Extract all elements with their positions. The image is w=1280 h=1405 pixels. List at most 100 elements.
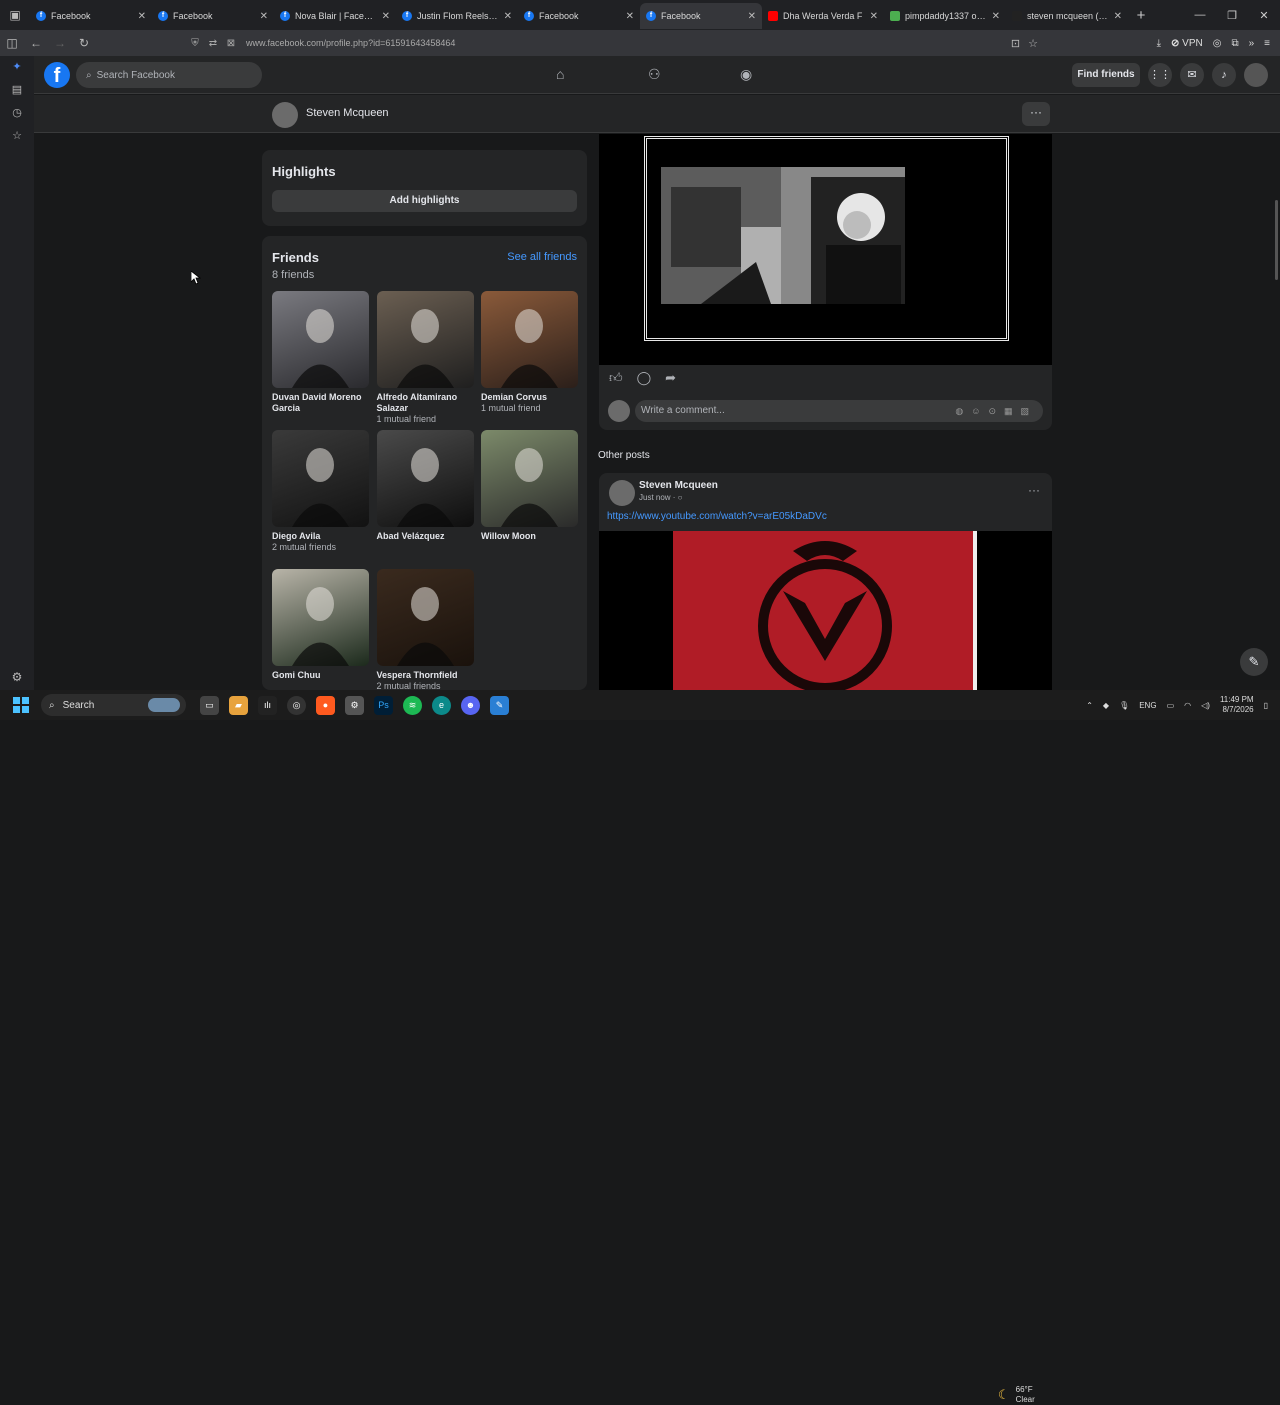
home-icon[interactable]: ⌂ bbox=[556, 66, 564, 82]
find-friends-button[interactable]: Find friends bbox=[1072, 63, 1140, 87]
tab-close-icon[interactable]: ✕ bbox=[1114, 11, 1122, 22]
tab-close-icon[interactable]: ✕ bbox=[260, 11, 268, 22]
post-author-avatar[interactable] bbox=[609, 480, 635, 506]
friends-icon[interactable]: ⚇ bbox=[648, 66, 661, 83]
spotify-icon[interactable]: ≋ bbox=[403, 695, 422, 715]
download-icon[interactable]: ⤓ bbox=[1157, 38, 1161, 49]
discord-icon[interactable]: ☻ bbox=[461, 695, 480, 715]
apps-menu-icon[interactable]: ⋮⋮ bbox=[1148, 63, 1172, 87]
friend-name[interactable]: Demian Corvus bbox=[481, 392, 578, 403]
friend-name[interactable]: Diego Avila bbox=[272, 531, 369, 542]
edge-icon[interactable]: e bbox=[432, 695, 451, 715]
browser-tab[interactable]: steven mcqueen (@pim ✕ bbox=[1006, 3, 1128, 29]
url-field[interactable]: ⛨ ⇄ ⊠ www.facebook.com/profile.php?id=61… bbox=[188, 32, 1038, 54]
paint-app-icon[interactable]: ✎ bbox=[490, 695, 509, 715]
notification-center-icon[interactable]: ▯ bbox=[1264, 701, 1268, 710]
more-tools-icon[interactable]: » bbox=[1249, 38, 1255, 49]
new-tab-button[interactable]: + bbox=[1128, 7, 1154, 24]
account-avatar[interactable] bbox=[1244, 63, 1268, 87]
tab-close-icon[interactable]: ✕ bbox=[870, 11, 878, 22]
screenshot-icon[interactable]: ⊡ bbox=[1011, 37, 1020, 50]
tray-chevron-icon[interactable]: ⌃ bbox=[1086, 701, 1093, 710]
comment-icon[interactable]: ◯ bbox=[637, 370, 652, 386]
friend-photo[interactable] bbox=[272, 291, 369, 388]
tab-menu-icon[interactable]: ▣ bbox=[0, 0, 30, 30]
groups-icon[interactable]: ◉ bbox=[740, 66, 752, 83]
notifications-bell-icon[interactable]: ♪ bbox=[1212, 63, 1236, 87]
browser-tab[interactable]: f Facebook ✕ bbox=[30, 3, 152, 29]
menu-icon[interactable]: ≡ bbox=[1264, 38, 1270, 49]
messenger-icon[interactable]: ✉ bbox=[1180, 63, 1204, 87]
photoshop-icon[interactable]: Ps bbox=[374, 695, 393, 715]
minimize-icon[interactable]: — bbox=[1184, 9, 1216, 22]
profile-name[interactable]: Steven Mcqueen bbox=[306, 107, 389, 119]
browser-tab[interactable]: f Nova Blair | Facebook ✕ bbox=[274, 3, 396, 29]
reload-icon[interactable]: ↻ bbox=[72, 36, 96, 50]
friend-name[interactable]: Gomi Chuu bbox=[272, 670, 369, 681]
profile-avatar[interactable] bbox=[272, 102, 298, 128]
friend-name[interactable]: Vespera Thornfield bbox=[377, 670, 474, 681]
add-highlights-button[interactable]: Add highlights bbox=[272, 190, 577, 212]
history-icon[interactable]: ◷ bbox=[0, 102, 34, 125]
comment-tools-icons[interactable]: ◍☺⊙▦▧ bbox=[955, 400, 1037, 422]
audio-app-icon[interactable]: ılı bbox=[258, 695, 277, 715]
friend-photo[interactable] bbox=[481, 430, 578, 527]
friend-tile[interactable]: Duvan David Moreno Garcia bbox=[272, 291, 369, 414]
friend-name[interactable]: Alfredo Altamirano Salazar bbox=[377, 392, 474, 414]
search-input[interactable]: ⌕ Search Facebook bbox=[76, 62, 262, 88]
language-indicator[interactable]: ENG bbox=[1139, 701, 1156, 710]
extensions-icon[interactable]: ⧉ bbox=[1231, 38, 1238, 49]
browser-tab[interactable]: f Facebook ✕ bbox=[640, 3, 762, 29]
sidebar-toggle-icon[interactable]: ◫ bbox=[0, 36, 24, 50]
browser-tab[interactable]: Dha Werda Verda F ✕ bbox=[762, 3, 884, 29]
chrome-icon[interactable]: ◎ bbox=[287, 695, 306, 715]
wifi-icon[interactable]: ◠ bbox=[1184, 701, 1191, 710]
tab-close-icon[interactable]: ✕ bbox=[626, 11, 634, 22]
friend-name[interactable]: Duvan David Moreno Garcia bbox=[272, 392, 369, 414]
friend-photo[interactable] bbox=[272, 569, 369, 666]
compose-icon[interactable]: ✎ bbox=[1240, 648, 1268, 676]
weather-widget[interactable]: ☾ 66°F Clear bbox=[998, 1385, 1035, 1405]
browser-tab[interactable]: f Facebook ✕ bbox=[518, 3, 640, 29]
vpn-badge[interactable]: ⊘ VPN bbox=[1171, 38, 1203, 49]
browser-tab[interactable]: f Justin Flom Reels | Facel ✕ bbox=[396, 3, 518, 29]
facebook-logo-icon[interactable]: f bbox=[44, 62, 70, 88]
friend-tile[interactable]: Abad Velázquez bbox=[376, 430, 474, 542]
workspaces-icon[interactable]: ▤ bbox=[0, 79, 34, 102]
vpn-status-icon[interactable]: ◎ bbox=[1213, 38, 1222, 49]
settings-gear-icon[interactable]: ⚙ bbox=[0, 670, 34, 684]
friend-photo[interactable] bbox=[481, 291, 578, 388]
settings-app-icon[interactable]: ⚙ bbox=[345, 695, 364, 715]
friend-tile[interactable]: Vespera Thornfield 2 mutual friends bbox=[376, 569, 474, 692]
friend-tile[interactable]: Gomi Chuu bbox=[272, 569, 369, 681]
post-timestamp[interactable]: Just now · ○ bbox=[639, 493, 683, 502]
browser-tab[interactable]: pimpdaddy1337 on De ✕ bbox=[884, 3, 1006, 29]
like-icon[interactable]: 👍︎ bbox=[609, 370, 623, 386]
restore-icon[interactable]: ❐ bbox=[1216, 9, 1248, 22]
ai-assistant-icon[interactable]: ✦ bbox=[0, 56, 34, 79]
post-link[interactable]: https://www.youtube.com/watch?v=arE05kDa… bbox=[607, 511, 827, 522]
comment-input[interactable]: Write a comment... ◍☺⊙▦▧ bbox=[635, 400, 1043, 422]
bookmark-icon[interactable]: ☆ bbox=[1028, 37, 1038, 50]
friend-tile[interactable]: Demian Corvus 1 mutual friend bbox=[481, 291, 578, 414]
close-window-icon[interactable]: ✕ bbox=[1248, 9, 1280, 22]
post-author-name[interactable]: Steven Mcqueen bbox=[639, 480, 718, 491]
friend-tile[interactable]: Willow Moon bbox=[481, 430, 578, 542]
clock[interactable]: 11:49 PM 8/7/2026 bbox=[1220, 695, 1254, 715]
profile-more-button[interactable]: ··· bbox=[1022, 102, 1050, 126]
friend-photo[interactable] bbox=[376, 430, 474, 527]
post-image[interactable] bbox=[599, 134, 1052, 365]
friend-photo[interactable] bbox=[376, 291, 474, 388]
friend-name[interactable]: Willow Moon bbox=[481, 531, 578, 542]
tab-close-icon[interactable]: ✕ bbox=[382, 11, 390, 22]
share-icon[interactable]: ➦ bbox=[665, 370, 676, 386]
firefox-icon[interactable]: ● bbox=[316, 695, 335, 715]
tab-close-icon[interactable]: ✕ bbox=[504, 11, 512, 22]
taskbar-search[interactable]: ⌕ Search bbox=[41, 694, 186, 716]
tab-close-icon[interactable]: ✕ bbox=[992, 11, 1000, 22]
bookmarks-icon[interactable]: ☆ bbox=[0, 125, 34, 148]
task-view-icon[interactable]: ▭ bbox=[200, 695, 219, 715]
forward-icon[interactable]: → bbox=[48, 36, 72, 50]
friend-photo[interactable] bbox=[376, 569, 474, 666]
post-more-icon[interactable]: ··· bbox=[1028, 483, 1040, 497]
